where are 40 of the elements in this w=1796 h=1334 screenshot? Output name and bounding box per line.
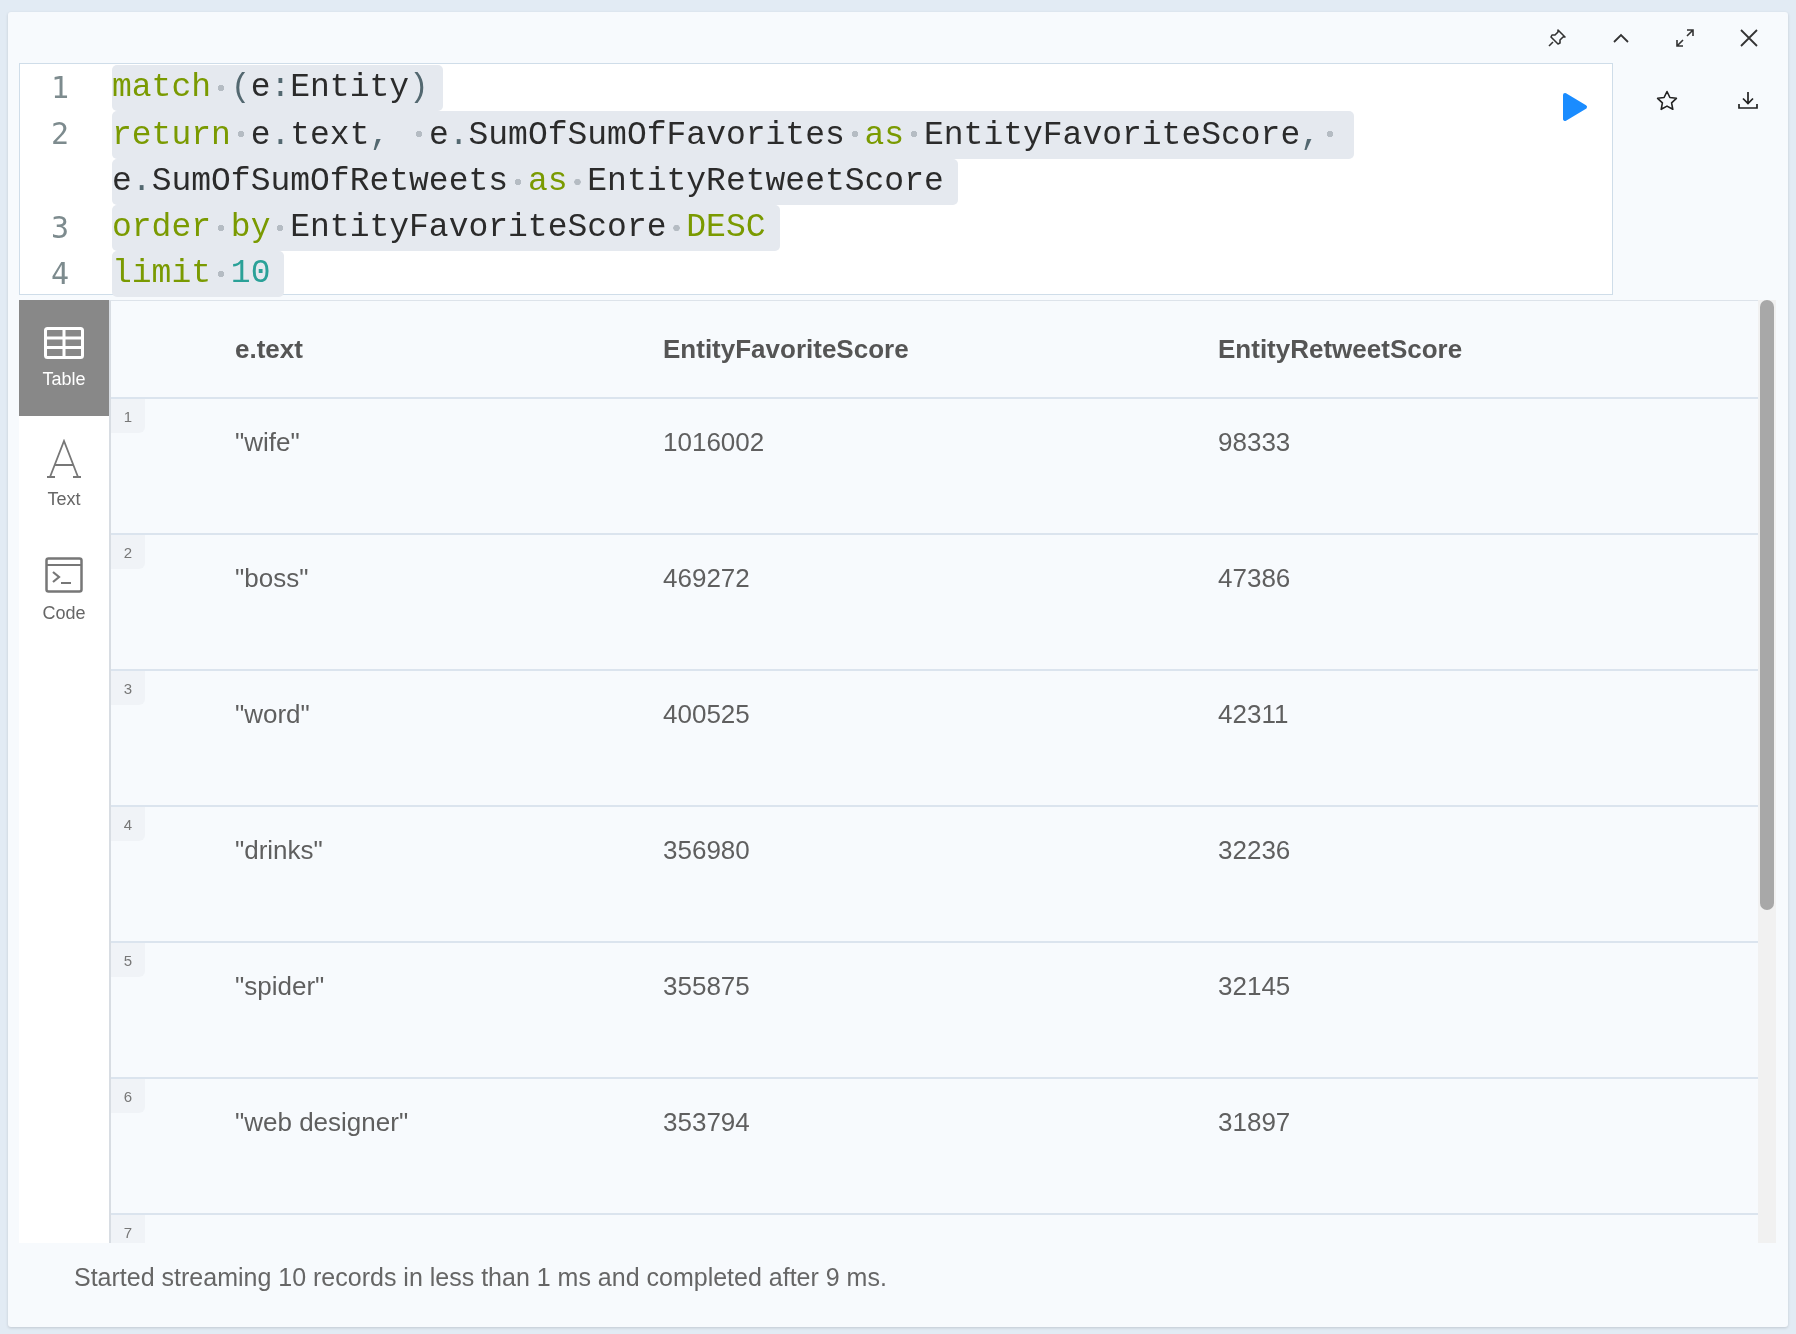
table-cell-text: "web designer" [235,1106,410,1138]
row-number: 3 [111,671,145,705]
table-cell-text: 469272 [663,562,751,594]
table-cell-text: 42311 [1218,698,1290,730]
terminal-icon [45,556,83,593]
column-header: EntityRetweetScore [1218,333,1464,365]
row-number: 6 [111,1079,145,1113]
column-header: EntityFavoriteScore [663,333,910,365]
table-cell-text: "boss" [235,562,310,594]
scrollbar[interactable] [1758,300,1776,1243]
line-number: 1 [49,69,71,107]
table-cell-text: 32145 [1218,970,1292,1002]
table-cell-text: 98333 [1218,426,1292,458]
row-number: 2 [111,535,145,569]
column-header: e.text [235,333,304,365]
table-cell-text: 31897 [1218,1106,1292,1138]
query-editor[interactable]: 1 match (e:Entity) 2 return e.text, e.SumOfSumOfFavorites as EntityFavoriteScore, e.SumOfSumOfRetweets as EntityRetweetScore 3 order by EntityFavoriteScore DESC 4 limit 10 [19,63,1613,295]
table-cell-text: 47386 [1218,562,1292,594]
table-cell-text: 400525 [663,698,751,730]
table-cell-text: "word" [235,698,311,730]
table-cell-text: "spider" [235,970,326,1002]
run-button[interactable] [1560,90,1590,124]
table-cell-text: 1016002 [663,426,766,458]
letter-icon [46,438,82,479]
row-number: 5 [111,943,145,977]
table-icon [44,326,84,359]
line-number: 2 [49,115,71,153]
row-number: 1 [111,399,145,433]
table-cell-text: 355875 [663,970,751,1002]
line-number: 3 [49,209,71,247]
table-cell-text: "wife" [235,426,301,458]
status-message: Started streaming 10 records in less than 1 ms and completed after 9 ms. [73,1262,888,1292]
row-number: 7 [111,1215,145,1243]
view-tab[interactable]: Table [19,300,109,416]
line-number: 4 [49,255,71,293]
table-cell-text: 353794 [663,1106,751,1138]
table-cell-text: "drinks" [235,834,324,866]
table-cell-text: 32236 [1218,834,1292,866]
row-number: 4 [111,807,145,841]
table-cell-text: 356980 [663,834,751,866]
